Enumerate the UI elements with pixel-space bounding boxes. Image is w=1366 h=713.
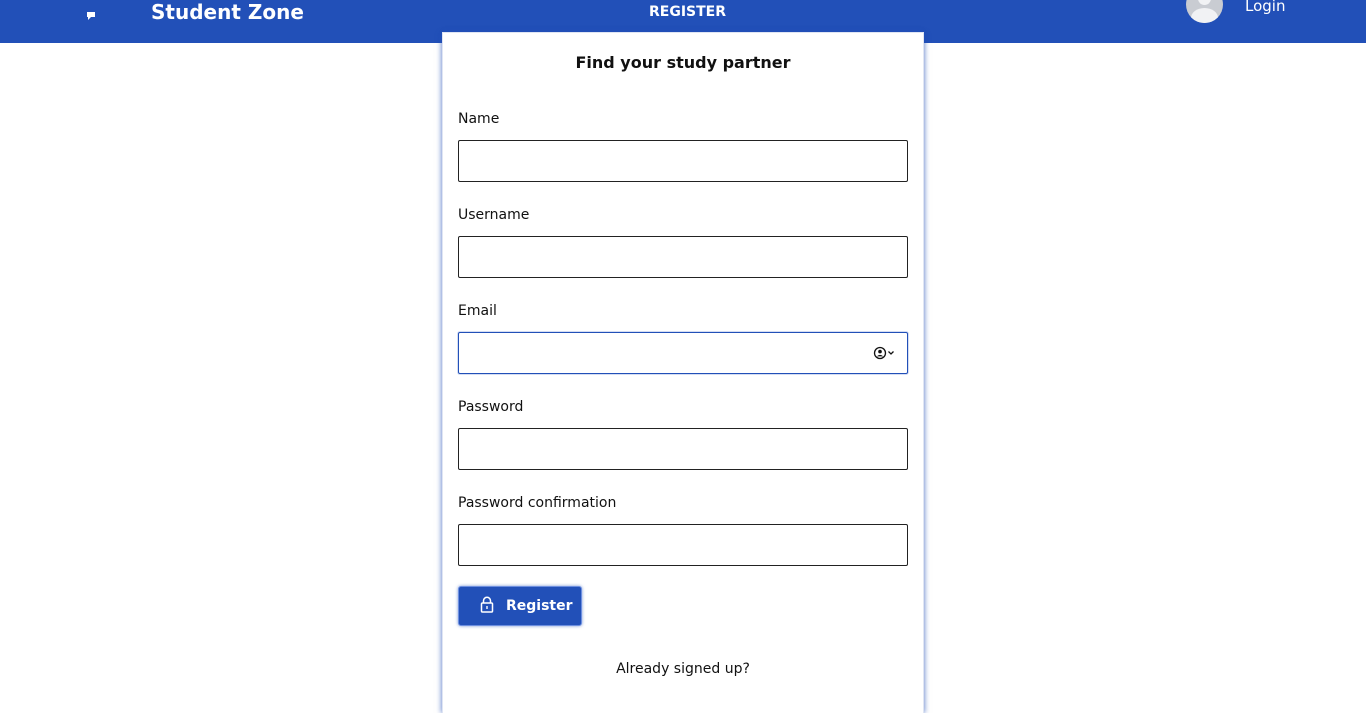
register-button[interactable]: Register [458,586,582,626]
name-input[interactable] [458,140,908,182]
already-signed-up-text: Already signed up? [616,661,750,677]
form-title: Find your study partner [575,53,791,72]
password-label: Password [458,399,524,415]
chat-bubble-icon[interactable] [86,6,96,20]
password-input[interactable] [458,428,908,470]
nav-register-link[interactable]: REGISTER [649,3,726,21]
brand-title[interactable]: Student Zone [151,0,304,24]
password-confirmation-label: Password confirmation [458,495,617,511]
lock-icon [479,596,495,617]
register-card: Find your study partner Name Username Em… [443,33,923,713]
nav-login-link[interactable]: Login [1245,0,1285,16]
username-label: Username [458,207,530,223]
register-button-label: Register [506,598,573,614]
username-input[interactable] [458,236,908,278]
name-label: Name [458,111,500,127]
password-confirmation-input[interactable] [458,524,908,566]
email-label: Email [458,303,497,319]
email-input[interactable] [458,332,908,374]
contact-autofill-icon[interactable] [873,345,899,361]
user-avatar-icon[interactable] [1186,0,1223,23]
